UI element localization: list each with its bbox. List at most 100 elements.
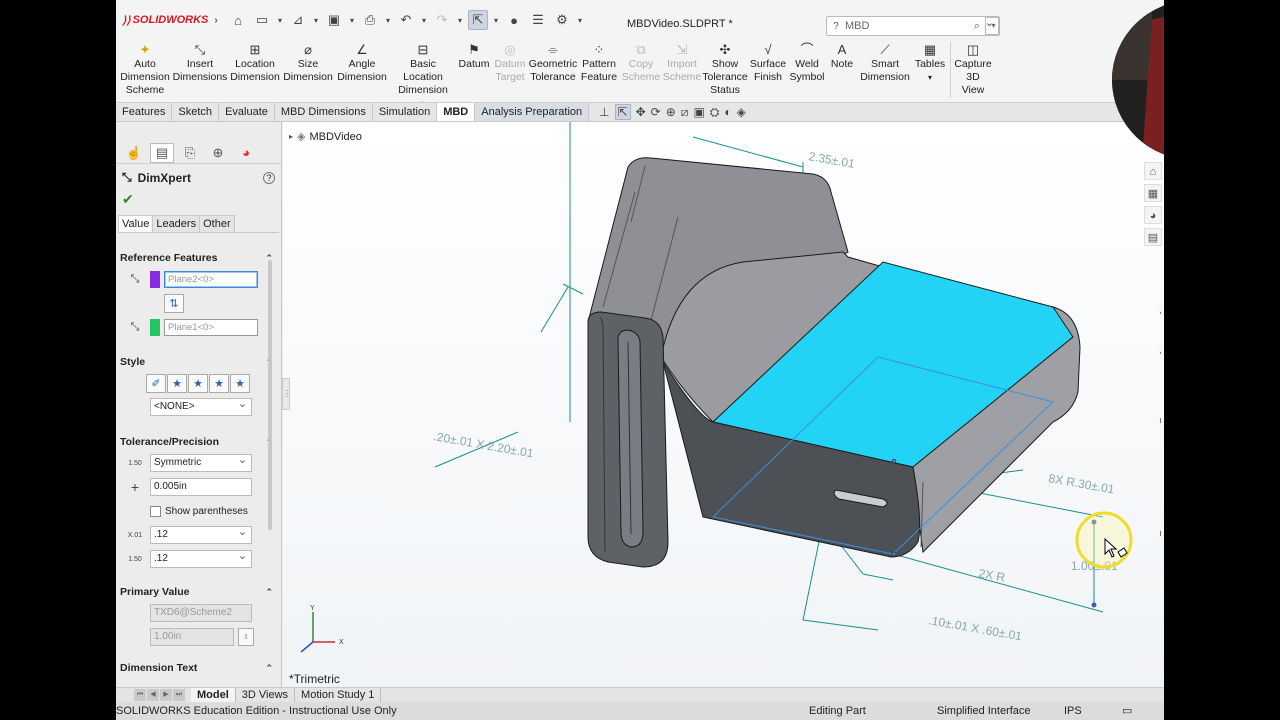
tab-sketch[interactable]: Sketch (172, 103, 220, 121)
dimension-slot-size[interactable]: .20±.01 X 2.20±.01 (432, 429, 534, 460)
subtab-leaders[interactable]: Leaders (152, 215, 201, 232)
design-library-icon[interactable]: ▦ (1144, 184, 1162, 202)
dimension-radius-2x[interactable]: 2X R (977, 566, 1006, 584)
pan-icon[interactable]: ✥ (636, 105, 646, 119)
collapse-icon[interactable]: ⌃ (265, 587, 273, 598)
dimension-slot2-size[interactable]: .10±.01 X .60±.01 (927, 613, 1023, 643)
propertymanager-tab-icon[interactable]: ▤ (150, 142, 174, 163)
featuremanager-tab-icon[interactable]: ☝ (122, 143, 146, 163)
import-scheme-button[interactable]: ⇲ Import Scheme (662, 40, 702, 84)
insert-dimensions-button[interactable]: ⤡ Insert Dimensions (172, 40, 228, 84)
configurationmanager-tab-icon[interactable]: ⎘ (178, 143, 202, 163)
search-box[interactable]: ? MBD ⌕ ▾ (826, 15, 1000, 36)
chevron-right-icon[interactable]: › (214, 15, 217, 26)
tab-simulation[interactable]: Simulation (373, 103, 438, 121)
select-cursor-icon[interactable]: ⇱ (614, 104, 631, 120)
chevron-down-icon[interactable]: ▾ (348, 16, 356, 25)
datum-target-button[interactable]: ◎ Datum Target (492, 40, 528, 84)
tab-3d-views[interactable]: 3D Views (236, 688, 296, 702)
hide-show-icon[interactable]: ⛭ (710, 105, 720, 120)
print-icon[interactable]: ⎙ (360, 12, 380, 28)
surface-finish-button[interactable]: √ Surface Finish (748, 40, 788, 84)
auto-dimension-scheme-button[interactable]: ✦ Auto Dimension Scheme (118, 40, 172, 97)
part-model-3d[interactable]: 2.35±.01 .20±.01 X 2.20±.01 8X R.30±.01 … (283, 122, 1164, 687)
swap-references-button[interactable]: ⇅ (164, 293, 184, 313)
spin-stepper-icon[interactable]: ⇕ (238, 628, 254, 646)
ok-checkmark-icon[interactable]: ✔ (116, 191, 281, 211)
chevron-down-icon[interactable]: ▾ (492, 16, 500, 25)
tab-analysis-preparation[interactable]: Analysis Preparation (475, 103, 590, 121)
save-style-icon[interactable]: ★ (209, 373, 229, 393)
subtab-other[interactable]: Other (199, 215, 235, 232)
tolerance-precision-select[interactable]: .12 (150, 548, 252, 568)
appearances-icon[interactable]: ◕ (1144, 206, 1162, 224)
file-properties-icon[interactable]: ☰ (528, 12, 548, 28)
previous-tab-icon[interactable]: ◀ (147, 689, 159, 701)
new-document-icon[interactable]: ▭ (252, 12, 272, 28)
zoom-icon[interactable]: ⊕ (666, 105, 676, 119)
copy-scheme-button[interactable]: ⧉ Copy Scheme (620, 40, 662, 84)
chevron-down-icon[interactable]: ▾ (456, 16, 464, 25)
dimension-value-field[interactable]: 1.00in (150, 628, 234, 646)
primary-precision-select[interactable]: .12 (150, 524, 252, 544)
featuremanager-flyout-tree[interactable]: ▸ ◈ MBDVideo (289, 130, 362, 144)
location-dimension-button[interactable]: ⊞ Location Dimension (228, 40, 282, 84)
next-tab-icon[interactable]: ▶ (160, 689, 172, 701)
smart-dimension-button[interactable]: ⟋ Smart Dimension (858, 40, 912, 84)
apply-default-style-icon[interactable]: ✐ (146, 373, 166, 393)
graphics-area[interactable]: 2.35±.01 .20±.01 X 2.20±.01 8X R.30±.01 … (283, 122, 1164, 687)
dimension-2.35[interactable]: 2.35±.01 (807, 149, 856, 171)
plus-value-input[interactable]: 0.005in (150, 478, 252, 496)
last-tab-icon[interactable]: ⏭ (173, 689, 185, 701)
angle-dimension-button[interactable]: ∠ Angle Dimension (334, 40, 390, 84)
subtab-value[interactable]: Value (118, 215, 154, 232)
traffic-light-icon[interactable]: ● (504, 13, 524, 28)
tab-features[interactable]: Features (116, 103, 173, 121)
tab-model[interactable]: Model (191, 688, 236, 702)
displaymanager-tab-icon[interactable]: ◕ (234, 143, 258, 163)
display-style-icon[interactable]: ▣ (693, 105, 704, 119)
status-toggle-icon[interactable]: ▭ (1122, 702, 1132, 720)
tab-evaluate[interactable]: Evaluate (219, 103, 275, 121)
tab-mbd-dimensions[interactable]: MBD Dimensions (275, 103, 373, 121)
basic-location-dimension-button[interactable]: ⊟Basic Location Dimension▾ (390, 40, 456, 110)
dimension-radius-8x[interactable]: 8X R.30±.01 (1047, 471, 1115, 496)
help-icon[interactable]: ? (263, 171, 275, 184)
reference-feature-1-field[interactable]: Plane2<0> (164, 270, 258, 288)
show-tolerance-status-button[interactable]: ✣ Show Tolerance Status (702, 40, 748, 97)
scene-icon[interactable]: ◈ (737, 105, 746, 119)
chevron-down-icon[interactable]: ▾ (276, 16, 284, 25)
collapse-icon[interactable]: ⌃ (265, 663, 273, 674)
show-parentheses-checkbox[interactable] (150, 505, 161, 517)
pattern-feature-button[interactable]: ⁘ Pattern Feature (578, 40, 620, 84)
section-view-icon[interactable]: ⧄ (681, 105, 689, 120)
add-style-icon[interactable]: ★ (167, 373, 187, 393)
home-icon[interactable]: ⌂ (228, 13, 248, 28)
chevron-down-icon[interactable]: ▾ (312, 16, 320, 25)
style-select[interactable]: <NONE> (150, 396, 252, 416)
datum-button[interactable]: ⚑ Datum (456, 40, 492, 71)
first-tab-icon[interactable]: ⏮ (134, 689, 146, 701)
save-icon[interactable]: ▣ (324, 12, 344, 28)
chevron-down-icon[interactable]: ▾ (576, 16, 584, 25)
chevron-down-icon[interactable]: ▾ (985, 15, 999, 35)
pm-scrollbar[interactable] (268, 260, 272, 530)
capture-3d-view-button[interactable]: ◫ Capture 3D View (953, 40, 993, 97)
select-cursor-icon[interactable]: ⇱ (468, 10, 488, 30)
interface-mode-text[interactable]: Simplified Interface (937, 702, 1031, 720)
size-dimension-button[interactable]: ⌀ Size Dimension (282, 40, 334, 84)
geometric-tolerance-button[interactable]: ⌯ Geometric Tolerance (528, 40, 578, 84)
dimxpertmanager-tab-icon[interactable]: ⊕ (206, 143, 230, 163)
solidworks-logo[interactable]: ⟩⟩ SOLIDWORKS › (116, 14, 228, 27)
custom-properties-icon[interactable]: ▤ (1144, 228, 1162, 246)
open-folder-icon[interactable]: ⊿ (288, 12, 308, 28)
tab-motion-study[interactable]: Motion Study 1 (295, 688, 382, 702)
tolerance-type-select[interactable]: Symmetric (150, 452, 252, 472)
view-orientation-icon[interactable]: ⊥ (599, 105, 609, 119)
tab-mbd[interactable]: MBD (437, 103, 476, 121)
search-icon[interactable]: ⌕ (969, 20, 985, 33)
expand-arrow-icon[interactable]: ▸ (289, 132, 293, 141)
load-style-icon[interactable]: ★ (230, 373, 250, 393)
weld-symbol-button[interactable]: ⌒ Weld Symbol (788, 40, 826, 84)
unit-system-text[interactable]: IPS (1064, 702, 1082, 720)
